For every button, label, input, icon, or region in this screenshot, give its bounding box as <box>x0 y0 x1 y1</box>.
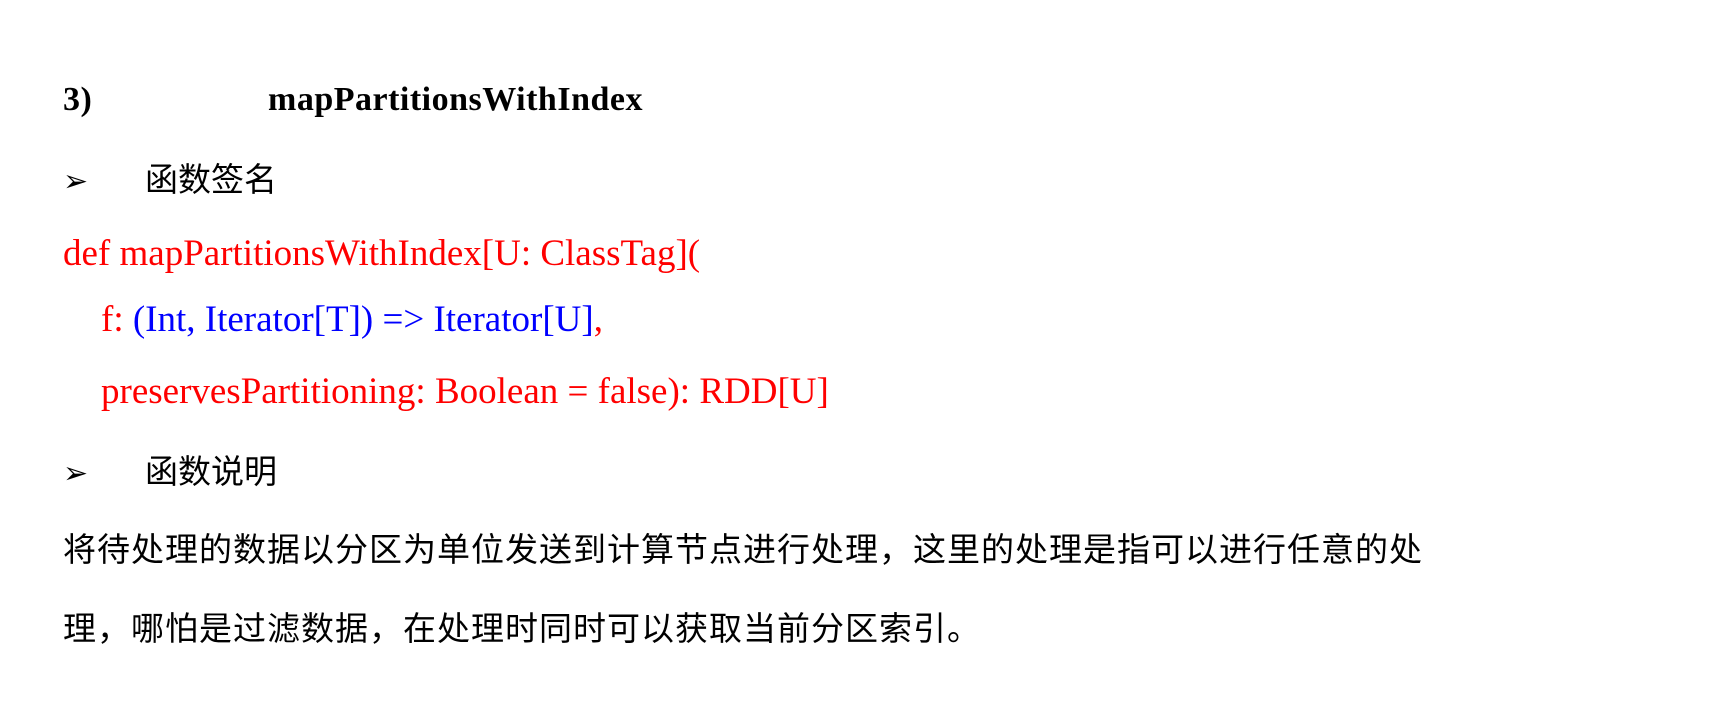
code-line-3: preservesPartitioning: Boolean = false):… <box>101 371 829 412</box>
param-f-comma: , <box>593 299 603 340</box>
param-f-type: (Int, Iterator[T]) => Iterator[U] <box>132 299 594 340</box>
section-title: mapPartitionsWithIndex <box>268 81 643 118</box>
description-line-2: 理，哪怕是过滤数据，在处理时同时可以获取当前分区索引。 <box>63 609 981 648</box>
signature-bullet: ➢ 函数签名 <box>63 154 277 208</box>
arrow-bullet-icon: ➢ <box>63 164 89 199</box>
section-number: 3) <box>63 81 93 118</box>
code-line-2: f: (Int, Iterator[T]) => Iterator[U], <box>101 294 603 346</box>
arrow-bullet-icon: ➢ <box>63 456 89 491</box>
code-line-1: def mapPartitionsWithIndex[U: ClassTag]( <box>63 233 701 274</box>
signature-label: 函数签名 <box>145 160 277 199</box>
param-f-name: f: <box>101 299 133 340</box>
description-line-1: 将待处理的数据以分区为单位发送到计算节点进行处理，这里的处理是指可以进行任意的处 <box>63 530 1423 569</box>
description-label: 函数说明 <box>145 452 277 491</box>
description-bullet: ➢ 函数说明 <box>63 446 277 500</box>
section-heading: 3) mapPartitionsWithIndex <box>63 74 643 126</box>
